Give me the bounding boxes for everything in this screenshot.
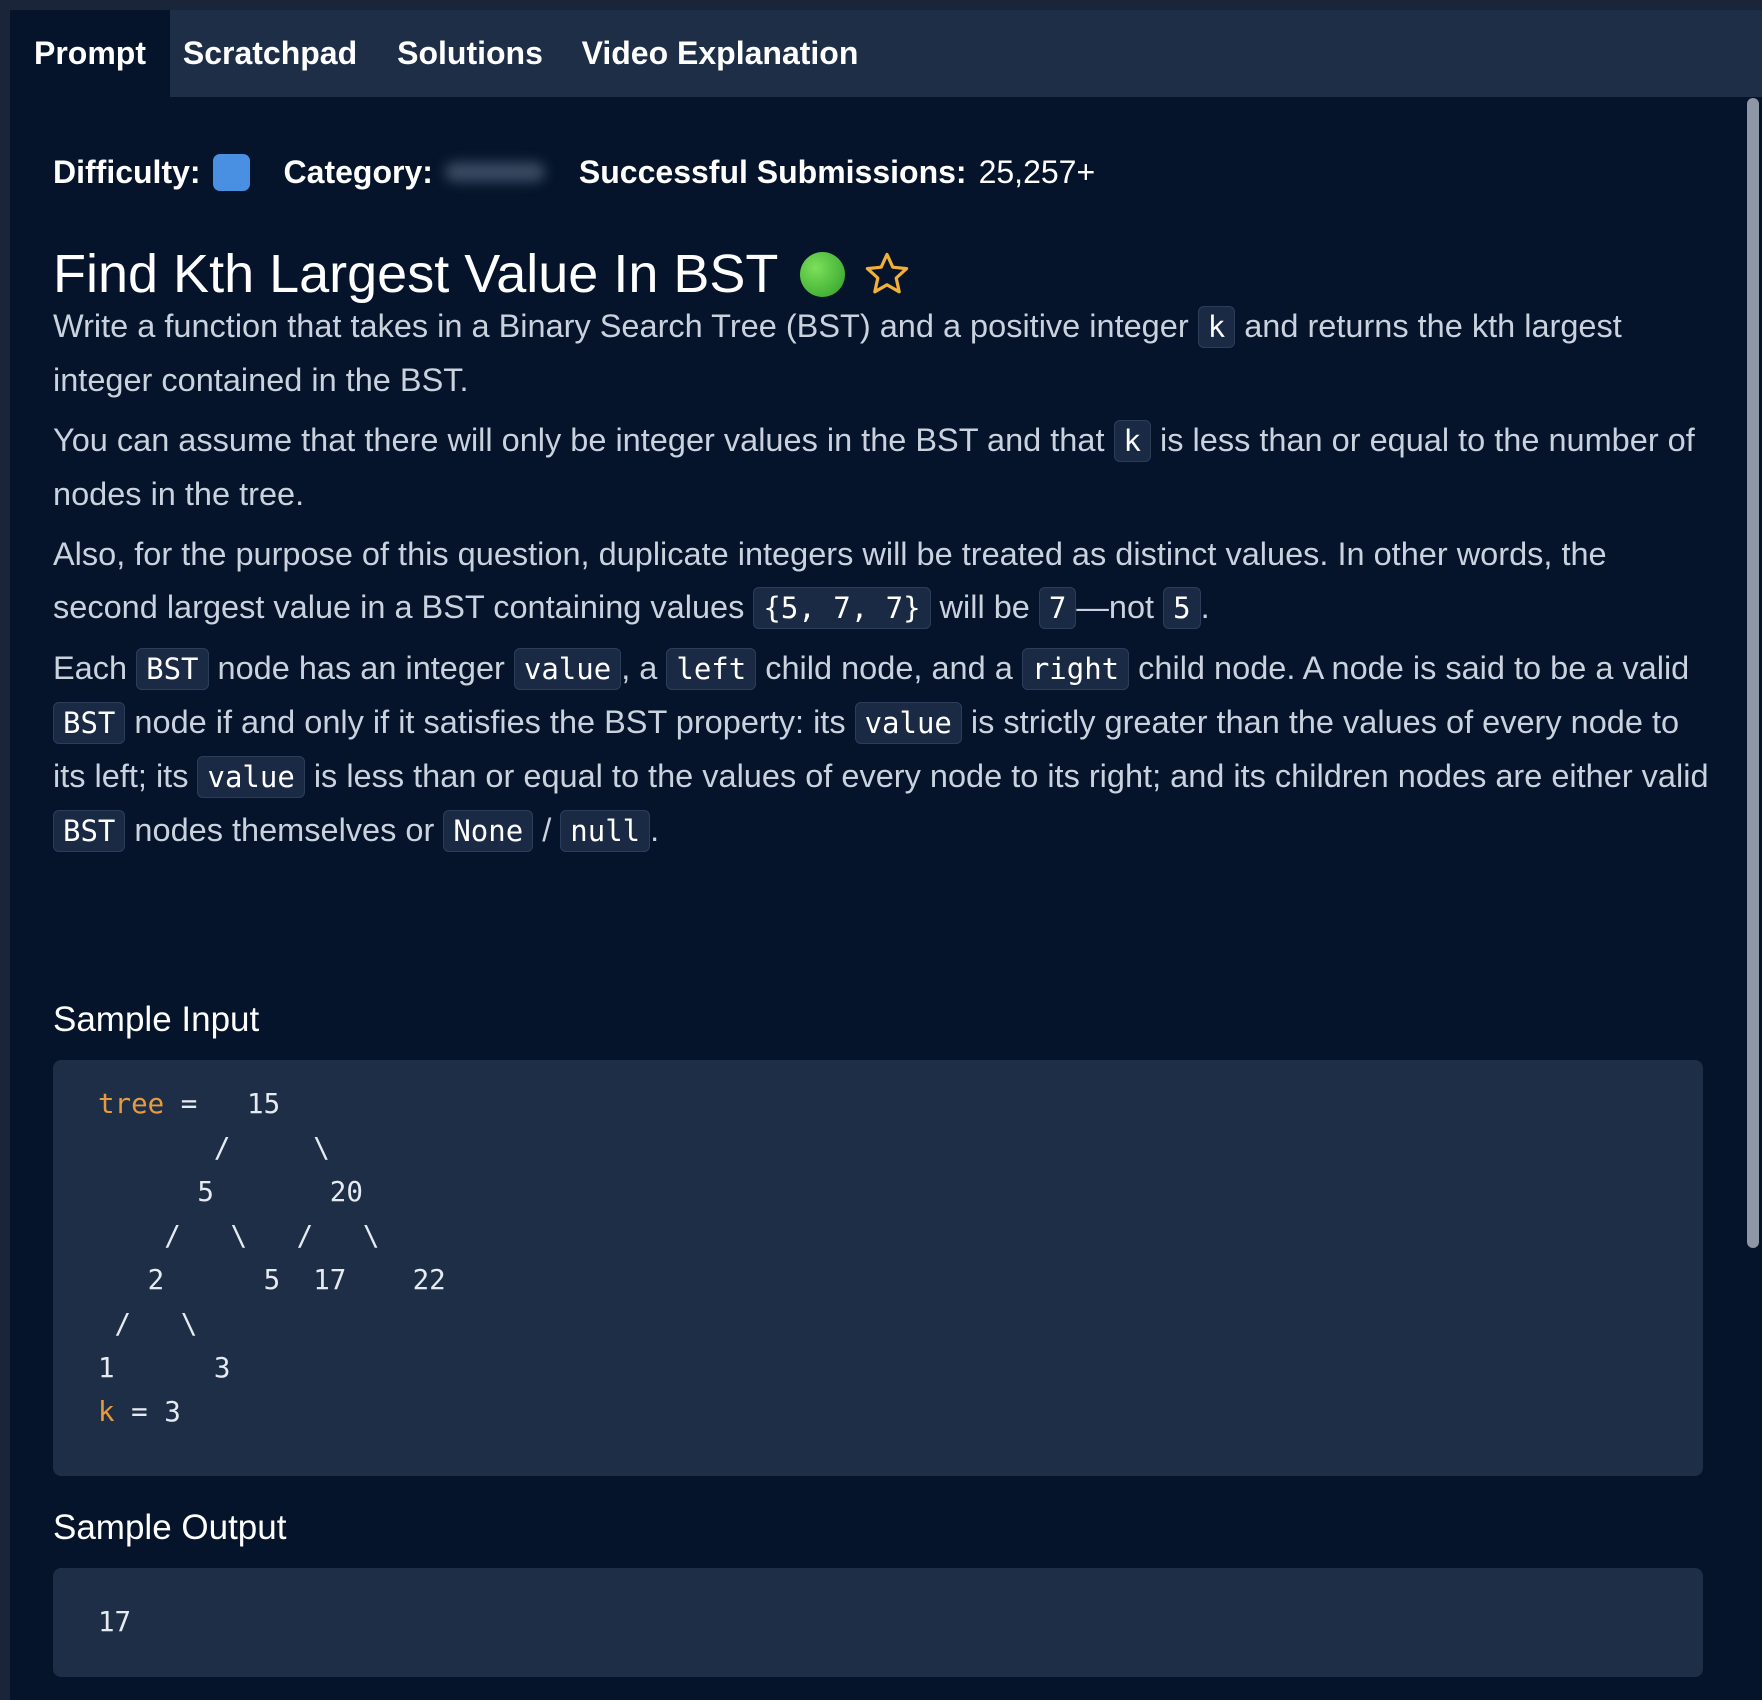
inline-code: None [443, 810, 534, 852]
code-line: 5 20 [98, 1176, 363, 1208]
sample-output-code-block[interactable]: 17 [53, 1568, 1703, 1677]
code-line: / \ [98, 1308, 198, 1340]
text: / [533, 812, 561, 848]
inline-code: 5 [1163, 587, 1201, 629]
inline-code: 7 [1038, 587, 1077, 629]
text: Write a function that takes in a Binary … [53, 308, 1198, 344]
description-paragraph-3: Also, for the purpose of this question, … [53, 528, 1713, 635]
description-paragraph-1: Write a function that takes in a Binary … [53, 300, 1713, 407]
text: , a [621, 650, 667, 686]
text: node has an integer [208, 650, 514, 686]
text: will be [930, 589, 1039, 625]
code-line: / \ [98, 1132, 330, 1164]
text: child node. A node is said to be a valid [1129, 650, 1690, 686]
code-line: k = 3 [53, 1390, 1703, 1434]
text: child node, and a [756, 650, 1022, 686]
text: . [650, 812, 660, 848]
inline-code: k [1113, 420, 1151, 462]
description-paragraph-4: Each BST node has an integer value, a le… [53, 642, 1713, 858]
scrollbar[interactable] [1747, 98, 1759, 1248]
text: nodes themselves or [125, 812, 444, 848]
difficulty-indicator [212, 153, 250, 191]
text: is less than or equal to the values of e… [304, 758, 1709, 794]
tab-video-explanation[interactable]: Video Explanation [570, 10, 870, 97]
inline-code: value [854, 702, 962, 744]
star-icon[interactable] [863, 250, 911, 298]
code-keyword: tree [98, 1088, 165, 1120]
inline-code: BST [53, 702, 126, 744]
code-line: 17 [98, 1606, 132, 1638]
code-line: 1 3 [98, 1352, 231, 1384]
inline-code: BST [136, 648, 209, 690]
inline-code: {5, 7, 7} [753, 587, 931, 629]
inline-code: null [560, 810, 651, 852]
submissions-count: 25,257+ [978, 153, 1096, 190]
text: . [1200, 589, 1210, 625]
inline-code: value [513, 648, 622, 690]
sample-input-heading: Sample Input [53, 1000, 260, 1039]
code-keyword: k [98, 1396, 115, 1428]
submissions-label: Successful Submissions: [578, 153, 967, 190]
code-line: 2 5 17 22 [98, 1264, 446, 1296]
category-hidden-value[interactable] [444, 162, 545, 182]
category-label: Category: [283, 153, 433, 190]
tab-scratchpad[interactable]: Scratchpad [170, 10, 370, 97]
inline-code: BST [53, 810, 126, 852]
completed-status-icon [800, 251, 846, 297]
inline-code: right [1021, 648, 1130, 690]
text: —not [1076, 589, 1164, 625]
code-line: tree = 15 [53, 1082, 1703, 1126]
prompt-panel: Prompt Scratchpad Solutions Video Explan… [10, 10, 1762, 1700]
tab-bar: Prompt Scratchpad Solutions Video Explan… [10, 10, 1762, 97]
inline-code: value [197, 756, 305, 798]
text: node if and only if it satisfies the BST… [125, 704, 855, 740]
text: Each [53, 650, 137, 686]
inline-code: k [1197, 306, 1236, 348]
text: You can assume that there will only be i… [53, 422, 1114, 458]
sample-input-code-block[interactable]: tree = 15 / \ 5 20 / \ / \ 2 5 17 22 / \… [53, 1060, 1703, 1476]
inline-code: left [666, 648, 757, 690]
sample-output-heading: Sample Output [53, 1508, 287, 1547]
tab-solutions[interactable]: Solutions [370, 10, 570, 97]
page-title: Find Kth Largest Value In BST [53, 244, 779, 304]
tab-prompt[interactable]: Prompt [10, 10, 170, 97]
meta-row: Difficulty: Category: Successful Submiss… [53, 150, 1095, 194]
code-line: / \ / \ [98, 1220, 380, 1252]
code-text: = 3 [114, 1396, 181, 1428]
difficulty-label: Difficulty: [53, 153, 201, 190]
code-text: = 15 [164, 1088, 281, 1120]
description-paragraph-2: You can assume that there will only be i… [53, 414, 1713, 521]
